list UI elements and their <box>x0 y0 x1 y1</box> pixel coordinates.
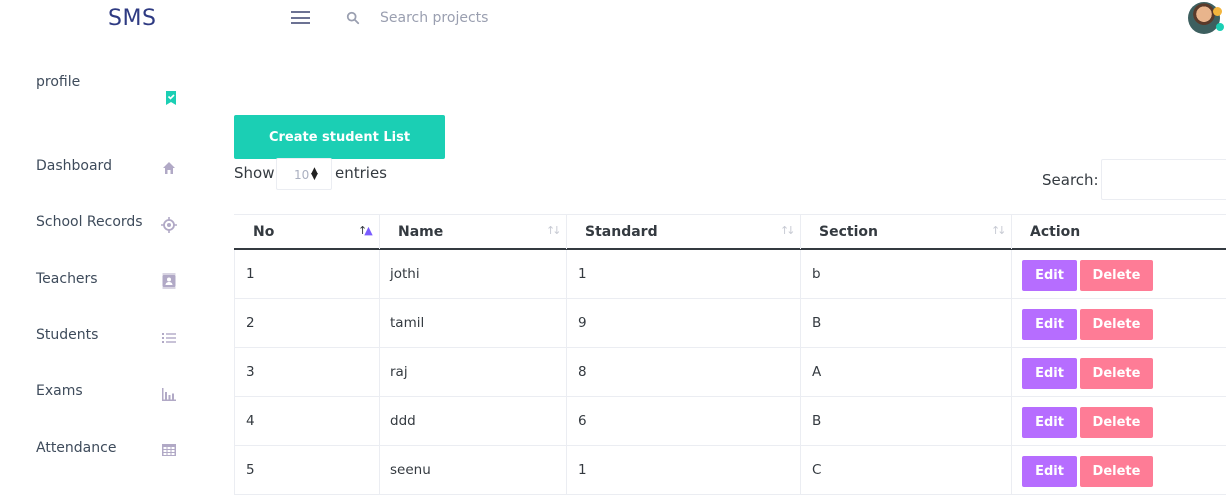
search-icon <box>346 11 360 25</box>
cell-action: Edit Delete <box>1011 348 1226 397</box>
delete-button[interactable]: Delete <box>1080 358 1153 389</box>
delete-button[interactable]: Delete <box>1080 260 1153 291</box>
contacts-icon <box>161 273 177 289</box>
sort-icon: ↑↓ <box>546 224 562 237</box>
column-header-label: Action <box>1030 224 1081 240</box>
cell-standard: 9 <box>566 299 800 348</box>
top-navbar: SMS <box>0 0 1226 36</box>
sidebar-item-label: Dashboard <box>36 158 112 174</box>
cell-no: 2 <box>234 299 379 348</box>
page-length-select[interactable]: 10 ▲ ▼ <box>276 158 332 190</box>
online-status-dot <box>1216 23 1224 31</box>
cell-standard: 1 <box>566 250 800 299</box>
table-row: 5 seenu 1 C Edit Delete <box>234 446 1226 495</box>
table-header: No ↑▲ Name ↑↓ Standard ↑↓ Section ↑↓ Act… <box>234 214 1226 250</box>
table-row: 3 raj 8 A Edit Delete <box>234 348 1226 397</box>
sidebar-item-label: Teachers <box>36 271 98 287</box>
sort-icon: ↑↓ <box>780 224 796 237</box>
brand-logo[interactable]: SMS <box>108 6 156 31</box>
chart-bar-icon <box>161 386 177 402</box>
sidebar-item-label: profile <box>36 74 81 90</box>
entries-label: entries <box>335 164 387 182</box>
crosshairs-icon <box>161 217 177 233</box>
cell-no: 4 <box>234 397 379 446</box>
column-header-standard[interactable]: Standard ↑↓ <box>566 215 800 249</box>
cell-section: A <box>800 348 1011 397</box>
sidebar-item-label: Students <box>36 327 99 343</box>
cell-section: B <box>800 397 1011 446</box>
show-label: Show <box>234 164 275 182</box>
home-icon <box>161 160 177 176</box>
delete-button[interactable]: Delete <box>1080 456 1153 487</box>
cell-standard: 1 <box>566 446 800 495</box>
sort-asc-icon: ↑▲ <box>358 224 373 237</box>
cell-no: 1 <box>234 250 379 299</box>
cell-name: seenu <box>379 446 566 495</box>
page-length-value: 10 <box>294 168 310 182</box>
edit-button[interactable]: Edit <box>1022 407 1077 438</box>
table-search-label: Search: <box>1042 171 1099 189</box>
sidebar-item-exams[interactable]: Exams <box>36 383 186 407</box>
cell-name: ddd <box>379 397 566 446</box>
hamburger-icon[interactable] <box>291 11 311 25</box>
delete-button[interactable]: Delete <box>1080 407 1153 438</box>
cell-name: raj <box>379 348 566 397</box>
create-student-list-button[interactable]: Create student List <box>234 115 445 159</box>
sidebar-item-school-records[interactable]: School Records <box>36 214 186 238</box>
select-arrows-icon: ▲ ▼ <box>311 166 318 182</box>
sidebar-item-dashboard[interactable]: Dashboard <box>36 158 186 182</box>
cell-section: B <box>800 299 1011 348</box>
column-header-name[interactable]: Name ↑↓ <box>379 215 566 249</box>
cell-name: jothi <box>379 250 566 299</box>
column-header-label: Name <box>398 224 444 240</box>
table-row: 4 ddd 6 B Edit Delete <box>234 397 1226 446</box>
column-header-section[interactable]: Section ↑↓ <box>800 215 1011 249</box>
edit-button[interactable]: Edit <box>1022 309 1077 340</box>
cell-action: Edit Delete <box>1011 446 1226 495</box>
sidebar-item-label: Exams <box>36 383 83 399</box>
cell-no: 5 <box>234 446 379 495</box>
sidebar-item-attendance[interactable]: Attendance <box>36 440 186 464</box>
cell-action: Edit Delete <box>1011 250 1226 299</box>
column-header-action: Action <box>1011 215 1226 249</box>
column-header-label: Standard <box>585 224 658 240</box>
cell-name: tamil <box>379 299 566 348</box>
sidebar-item-label: Attendance <box>36 440 117 456</box>
cell-action: Edit Delete <box>1011 397 1226 446</box>
edit-button[interactable]: Edit <box>1022 358 1077 389</box>
table-search-input[interactable] <box>1101 159 1226 200</box>
cell-section: b <box>800 250 1011 299</box>
sidebar-item-teachers[interactable]: Teachers <box>36 271 186 295</box>
cell-section: C <box>800 446 1011 495</box>
format-list-bulleted-icon <box>161 330 177 346</box>
column-header-label: No <box>253 224 275 240</box>
sort-icon: ↑↓ <box>991 224 1007 237</box>
cell-standard: 6 <box>566 397 800 446</box>
search-projects-input[interactable] <box>380 6 620 30</box>
cell-action: Edit Delete <box>1011 299 1226 348</box>
sidebar-item-students[interactable]: Students <box>36 327 186 351</box>
column-header-label: Section <box>819 224 878 240</box>
column-header-no[interactable]: No ↑▲ <box>234 215 379 249</box>
table-row: 1 jothi 1 b Edit Delete <box>234 250 1226 299</box>
edit-button[interactable]: Edit <box>1022 456 1077 487</box>
edit-button[interactable]: Edit <box>1022 260 1077 291</box>
table-row: 2 tamil 9 B Edit Delete <box>234 299 1226 348</box>
table-large-icon <box>161 442 177 458</box>
avatar-badge <box>1213 7 1222 16</box>
sidebar-item-profile[interactable]: profile <box>36 74 186 105</box>
bookmark-check-icon <box>163 90 179 106</box>
sidebar: profile Dashboard School Records Teacher… <box>0 36 215 479</box>
delete-button[interactable]: Delete <box>1080 309 1153 340</box>
cell-standard: 8 <box>566 348 800 397</box>
cell-no: 3 <box>234 348 379 397</box>
sidebar-item-label: School Records <box>36 214 143 230</box>
